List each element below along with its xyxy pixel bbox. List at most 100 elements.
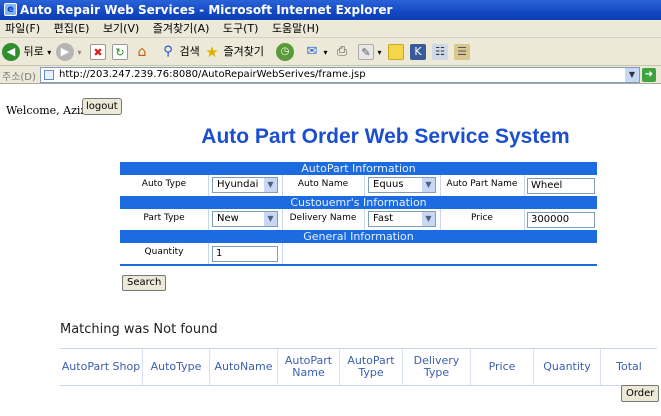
- back-button[interactable]: ◀ 뒤로 ▾: [2, 42, 51, 62]
- delivery-select[interactable]: Fast ▼: [368, 211, 436, 227]
- address-bar: 주소(D) http://203.247.239.76:8080/AutoRep…: [0, 66, 661, 84]
- mail-icon: ✉: [306, 44, 318, 59]
- section-general-header: General Information: [120, 230, 597, 243]
- forward-dropdown-icon: ▾: [77, 48, 82, 57]
- quantity-input[interactable]: 1: [212, 246, 278, 262]
- home-button[interactable]: ⌂: [134, 42, 150, 62]
- back-dropdown-icon: ▾: [47, 48, 52, 57]
- delivery-label: Delivery Name: [289, 213, 357, 223]
- address-label: 주소(D): [2, 72, 36, 83]
- part-type-select[interactable]: New ▼: [212, 211, 278, 227]
- discuss-icon: ☷: [432, 44, 448, 60]
- star-icon: ★: [205, 43, 219, 61]
- refresh-button[interactable]: ↻: [112, 42, 128, 62]
- welcome-text: Welcome, Aziz: [6, 104, 87, 117]
- col-total: Total: [600, 349, 657, 385]
- stop-icon: ✖: [90, 44, 106, 60]
- col-autotype: AutoType: [142, 349, 209, 385]
- page-title: Auto Part Order Web Service System: [201, 125, 570, 148]
- print-icon: ⎙: [336, 44, 348, 59]
- section-customer-header: Custouemr's Information: [120, 196, 597, 209]
- forward-button[interactable]: ▶ ▾: [56, 42, 82, 62]
- col-delivery-type: Delivery Type: [402, 349, 470, 385]
- col-price: Price: [470, 349, 533, 385]
- messenger-icon: K: [410, 44, 426, 60]
- mail-dropdown-icon: ▾: [323, 48, 328, 57]
- auto-type-value: Hyundai: [217, 179, 259, 190]
- menu-favorites[interactable]: 즐겨찾기(A): [148, 20, 215, 38]
- address-url: http://203.247.239.76:8080/AutoRepairWeb…: [59, 69, 366, 80]
- back-label: 뒤로: [23, 45, 44, 58]
- autopart-row: Auto Type Hyundai ▼ Auto Name Equus ▼ Au…: [120, 175, 597, 196]
- back-arrow-icon: ◀: [2, 43, 20, 61]
- general-row: Quantity 1: [120, 243, 597, 264]
- search-submit-button[interactable]: Search: [122, 275, 167, 291]
- favorites-button[interactable]: ★ 즐겨찾기: [204, 42, 264, 62]
- history-icon: ◷: [276, 43, 294, 61]
- chevron-down-icon: ▼: [264, 212, 277, 226]
- folder-icon: [388, 44, 404, 60]
- col-autoname: AutoName: [209, 349, 277, 385]
- price-input[interactable]: 300000: [527, 212, 595, 228]
- section-autopart-header: AutoPart Information: [120, 162, 597, 175]
- edit-dropdown-icon: ▾: [377, 48, 382, 57]
- discuss-button[interactable]: ☷: [432, 42, 448, 62]
- search-label: 검색: [179, 45, 200, 58]
- part-type-value: New: [217, 213, 239, 224]
- history-button[interactable]: ◷: [276, 42, 294, 62]
- folder-button[interactable]: [388, 42, 404, 62]
- menu-view[interactable]: 보기(V): [98, 20, 144, 38]
- page-icon: [44, 70, 54, 80]
- auto-type-select[interactable]: Hyundai ▼: [212, 177, 278, 193]
- forward-arrow-icon: ▶: [56, 43, 74, 61]
- window-title: Auto Repair Web Services - Microsoft Int…: [20, 3, 393, 17]
- address-dropdown-icon[interactable]: ▼: [625, 68, 639, 82]
- col-autopart-name: AutoPart Name: [277, 349, 339, 385]
- chevron-down-icon: ▼: [422, 178, 435, 192]
- edit-page-icon: ✎: [358, 44, 374, 60]
- part-name-label: Auto Part Name: [446, 179, 518, 189]
- refresh-icon: ↻: [112, 44, 128, 60]
- price-label: Price: [471, 213, 493, 223]
- auto-name-label: Auto Name: [297, 179, 349, 189]
- col-quantity: Quantity: [533, 349, 600, 385]
- window-title-bar: e Auto Repair Web Services - Microsoft I…: [0, 0, 661, 20]
- mail-button[interactable]: ✉ ▾: [304, 42, 328, 62]
- page-content: Welcome, Aziz logout Auto Part Order Web…: [0, 85, 661, 416]
- form-divider: [120, 264, 597, 266]
- order-button[interactable]: Order: [621, 385, 660, 402]
- auto-type-label: Auto Type: [141, 179, 187, 189]
- menu-tools[interactable]: 도구(T): [218, 20, 264, 38]
- quantity-label: Quantity: [144, 247, 184, 257]
- print-button[interactable]: ⎙: [334, 42, 350, 62]
- menu-help[interactable]: 도움말(H): [267, 20, 324, 38]
- chevron-down-icon: ▼: [422, 212, 435, 226]
- research-icon: ☰: [454, 44, 470, 60]
- menu-file[interactable]: 파일(F): [0, 20, 45, 38]
- ie-icon: e: [4, 3, 17, 16]
- edit-button[interactable]: ✎ ▾: [358, 42, 382, 62]
- logout-button[interactable]: logout: [82, 98, 122, 115]
- part-type-label: Part Type: [143, 213, 185, 223]
- browser-toolbar: ◀ 뒤로 ▾ ▶ ▾ ✖ ↻ ⌂ ⚲ 검색 ★ 즐겨찾기 ◷ ✉ ▾ ⎙ ✎ ▾…: [0, 38, 661, 66]
- research-button[interactable]: ☰: [454, 42, 470, 62]
- search-button[interactable]: ⚲ 검색: [160, 42, 200, 62]
- chevron-down-icon: ▼: [264, 178, 277, 192]
- order-form: AutoPart Information Auto Type Hyundai ▼…: [120, 162, 597, 266]
- favorites-label: 즐겨찾기: [223, 45, 264, 58]
- search-icon: ⚲: [163, 44, 173, 59]
- delivery-value: Fast: [373, 213, 394, 224]
- stop-button[interactable]: ✖: [90, 42, 106, 62]
- go-button[interactable]: ➜: [642, 68, 656, 82]
- col-autopart-type: AutoPart Type: [339, 349, 402, 385]
- customer-row: Part Type New ▼ Delivery Name Fast ▼ Pri…: [120, 209, 597, 230]
- menu-edit[interactable]: 편집(E): [49, 20, 95, 38]
- results-table-header: AutoPart Shop AutoType AutoName AutoPart…: [60, 348, 657, 386]
- auto-name-select[interactable]: Equus ▼: [368, 177, 436, 193]
- messenger-button[interactable]: K: [410, 42, 426, 62]
- address-input[interactable]: http://203.247.239.76:8080/AutoRepairWeb…: [40, 67, 640, 83]
- part-name-input[interactable]: Wheel: [527, 178, 595, 194]
- col-autopart-shop: AutoPart Shop: [61, 360, 141, 373]
- auto-name-value: Equus: [373, 179, 404, 190]
- status-message: Matching was Not found: [60, 322, 218, 337]
